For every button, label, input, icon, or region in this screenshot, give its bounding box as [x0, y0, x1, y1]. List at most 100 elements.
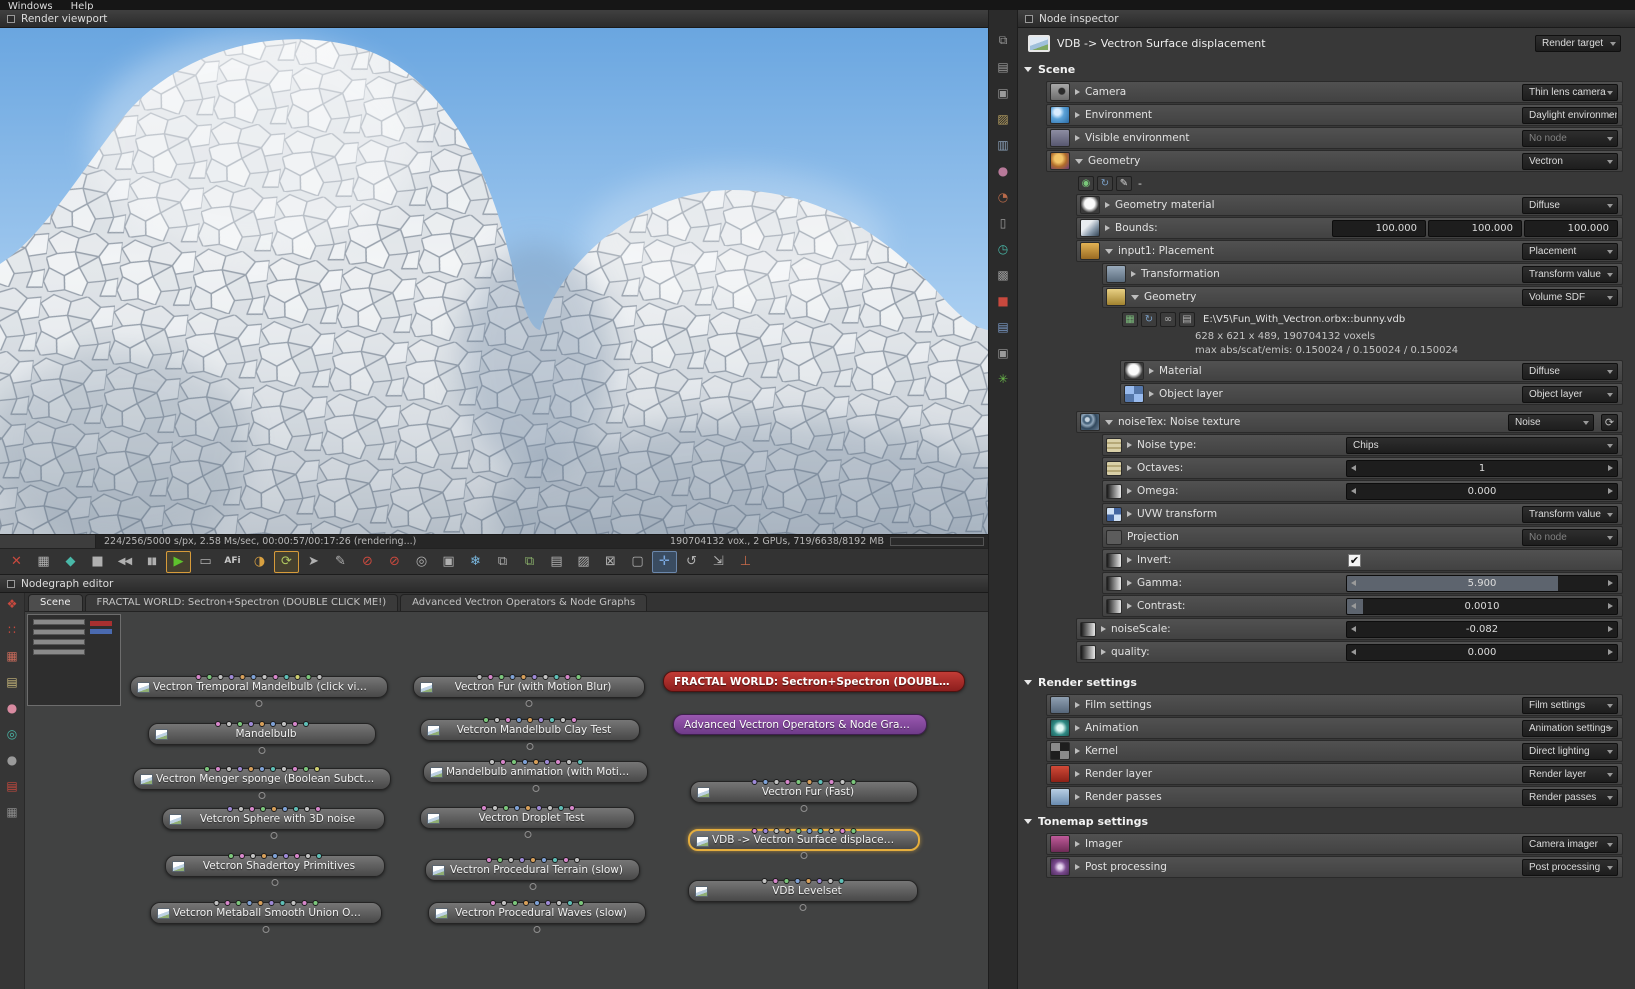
expander-icon[interactable] [1075, 725, 1080, 731]
noise-type-dropdown[interactable]: Chips [1346, 436, 1618, 454]
animation-row[interactable]: Animation Animation settings [1046, 717, 1623, 739]
node-pin[interactable] [556, 900, 562, 906]
node-pin[interactable] [560, 717, 566, 723]
sync-button[interactable]: ↺ [679, 551, 704, 573]
expander-icon[interactable] [1105, 248, 1113, 254]
node-pin[interactable] [250, 853, 256, 859]
graph-node[interactable]: Vectron Tremporal Mandelbulb (click view… [130, 674, 388, 707]
node-output-pin[interactable] [524, 831, 531, 838]
node-pin[interactable] [502, 805, 509, 811]
node-pin[interactable] [204, 766, 210, 772]
node-pin[interactable] [773, 828, 780, 834]
node-pin[interactable] [805, 878, 812, 884]
edit-geometry-icon[interactable]: ✎ [1116, 175, 1132, 191]
octaves-row[interactable]: Octaves: 1 [1102, 457, 1623, 479]
node-pin[interactable] [248, 721, 254, 727]
pick-cursor-button[interactable]: ➤ [301, 551, 326, 573]
copy-nodes-icon[interactable]: ⧉ [993, 32, 1013, 49]
expander-icon[interactable] [1127, 511, 1132, 517]
graph-node[interactable]: Vectron Fur (Fast) [690, 779, 918, 812]
node-pin[interactable] [303, 766, 309, 772]
node-pin[interactable] [817, 779, 824, 785]
node-pin[interactable] [576, 759, 583, 765]
node-output-pin[interactable] [799, 904, 807, 911]
auto-refresh-button[interactable]: ⟳ [274, 550, 299, 573]
node-pin[interactable] [751, 779, 758, 785]
node-pin[interactable] [762, 828, 769, 834]
expander-icon[interactable] [1105, 225, 1110, 231]
materials-icon[interactable]: ● [993, 162, 1013, 179]
node-pin[interactable] [498, 674, 505, 680]
node-pin[interactable] [228, 674, 235, 680]
node-pin[interactable] [261, 674, 268, 680]
noise-node-dropdown[interactable]: Noise [1508, 413, 1594, 431]
node-pin[interactable] [538, 717, 544, 723]
start-render-button[interactable]: ▶ [166, 550, 191, 573]
node-pin[interactable] [512, 900, 518, 906]
edit-checker-icon[interactable]: ▨ [993, 110, 1013, 127]
node-pin[interactable] [575, 674, 582, 680]
visible-environment-row[interactable]: Visible environment No node [1046, 127, 1623, 149]
node-pin[interactable] [567, 900, 573, 906]
axis-gizmo-icon[interactable]: ⊥ [733, 551, 758, 573]
node-pin[interactable] [794, 878, 801, 884]
input1-placement-row[interactable]: input1: Placement Placement [1076, 240, 1623, 262]
uvw-transform-dropdown[interactable]: Transform value [1522, 505, 1618, 523]
expander-icon[interactable] [1131, 271, 1136, 277]
copy-image-button[interactable]: ⧉ [490, 551, 515, 573]
node-output-pin[interactable] [800, 852, 808, 859]
node-pin[interactable] [272, 853, 278, 859]
layers-icon[interactable]: ▤ [993, 58, 1013, 75]
node-pin[interactable] [578, 900, 584, 906]
menu-item[interactable]: Windows [8, 0, 53, 10]
nodegraph-minimap[interactable] [27, 614, 121, 706]
expander-icon[interactable] [1075, 864, 1080, 870]
node-pin[interactable] [303, 806, 310, 812]
node-pin[interactable] [246, 900, 253, 906]
material-row[interactable]: Material Diffuse [1120, 360, 1623, 382]
nodegraph-tab[interactable]: Scene [28, 594, 83, 611]
fullscreen-button[interactable]: ⇲ [706, 551, 731, 573]
sphere-palette-icon[interactable]: ● [3, 700, 21, 716]
expander-icon[interactable] [1127, 488, 1132, 494]
node-output-pin[interactable] [525, 700, 533, 707]
bounds-y-field[interactable]: 100.000 [1428, 219, 1522, 237]
node-pin[interactable] [520, 674, 527, 680]
expander-icon[interactable] [1101, 626, 1106, 632]
imager-row[interactable]: Imager Camera imager [1046, 833, 1623, 855]
node-pin[interactable] [292, 721, 298, 727]
placement-dropdown[interactable]: Placement [1522, 242, 1618, 260]
expander-icon[interactable] [1127, 465, 1132, 471]
node-pin[interactable] [487, 674, 494, 680]
node-pin[interactable] [546, 805, 553, 811]
node-pin[interactable] [529, 857, 536, 863]
node-pin[interactable] [531, 674, 538, 680]
render-passes-row[interactable]: Render passes Render passes [1046, 786, 1623, 808]
camera-node-dropdown[interactable]: Thin lens camera [1522, 83, 1618, 101]
render-region-off-button[interactable]: ⊘ [382, 551, 407, 573]
node-pin[interactable] [483, 717, 489, 723]
gamma-row[interactable]: Gamma: 5.900 [1102, 572, 1623, 594]
document-icon[interactable]: ▯ [993, 214, 1013, 231]
grid2-palette-icon[interactable]: ▦ [3, 804, 21, 820]
projection-row[interactable]: Projection No node [1102, 526, 1623, 548]
node-pin[interactable] [773, 779, 780, 785]
node-pin[interactable] [261, 853, 267, 859]
invert-row[interactable]: Invert: ✔ [1102, 549, 1623, 571]
node-pin[interactable] [490, 900, 496, 906]
node-pin[interactable] [510, 759, 517, 765]
expander-icon[interactable] [1075, 89, 1080, 95]
graph-node[interactable]: Vetcron Shadertoy Primitives [165, 853, 385, 886]
graph-node[interactable]: Vectron Procedural Terrain (slow) [425, 857, 640, 890]
reload-noise-button[interactable]: ⟳ [1601, 413, 1618, 431]
node-output-pin[interactable] [262, 926, 270, 933]
node-pin[interactable] [761, 878, 768, 884]
graph-node[interactable]: Mandelbulb animation (with Motion Blur) [423, 759, 648, 792]
nodegraph-tab[interactable]: FRACTAL WORLD: Sectron+Spectron (DOUBLE … [84, 594, 399, 611]
node-output-pin[interactable] [270, 832, 277, 839]
node-pin[interactable] [270, 766, 276, 772]
node-pin[interactable] [542, 674, 549, 680]
render-target-dropdown[interactable]: Render target [1535, 35, 1621, 52]
stop-render-button[interactable]: ■ [85, 551, 110, 573]
node-pin[interactable] [496, 857, 503, 863]
